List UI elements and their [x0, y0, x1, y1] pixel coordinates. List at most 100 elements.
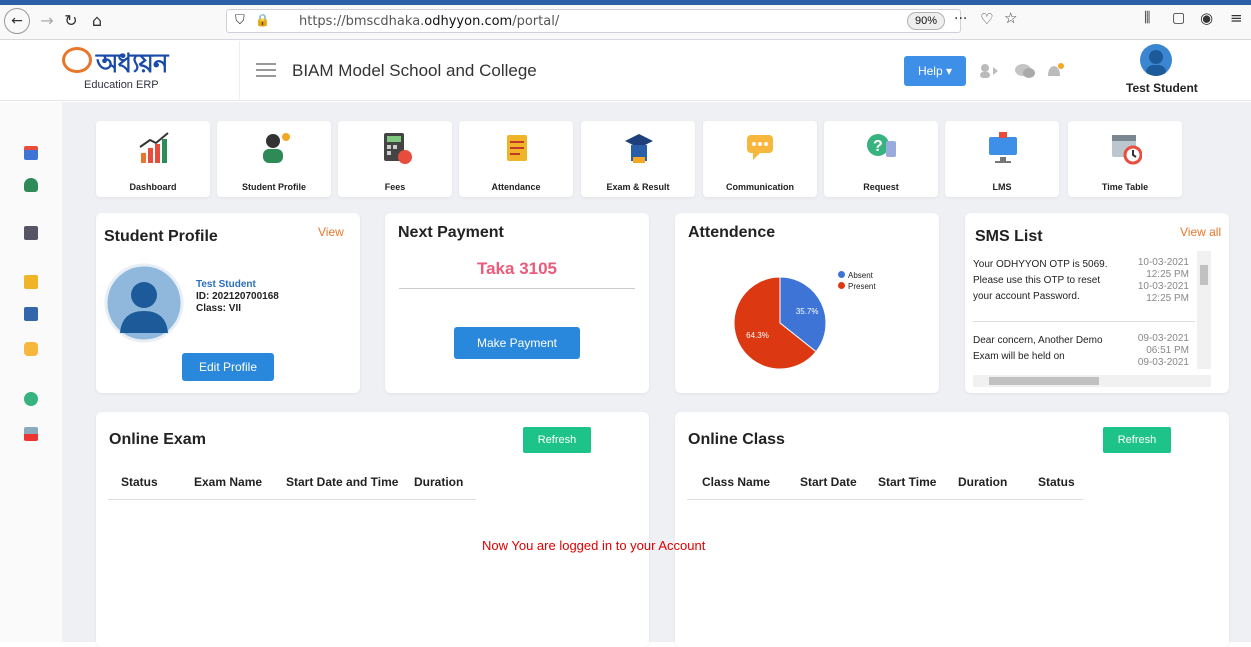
left-sidebar: [0, 102, 62, 642]
sidebar-attendance-icon[interactable]: [24, 275, 38, 289]
zoom-level[interactable]: 90%: [907, 12, 945, 30]
tile-communication[interactable]: Communication: [703, 121, 817, 197]
user-name[interactable]: Test Student: [1126, 81, 1198, 95]
svg-text:?: ?: [873, 138, 883, 155]
logo[interactable]: অধ্যয়ন Education ERP: [0, 41, 240, 101]
pie-data-label: 35.7%: [796, 307, 819, 316]
sidebar-communication-icon[interactable]: [24, 342, 38, 356]
sidebar-fees-icon[interactable]: [24, 226, 38, 240]
card-title: Next Payment: [398, 224, 504, 241]
student-profile-card: Student Profile View Test Student ID: 20…: [96, 213, 360, 393]
help-button[interactable]: Help ▾: [904, 56, 966, 86]
legend-label: Present: [848, 282, 876, 291]
student-id: ID: 202120700168: [196, 291, 279, 302]
library-icon[interactable]: ⫼: [1144, 10, 1150, 26]
online-class-panel: Online Class Refresh Class Name Start Da…: [675, 412, 1229, 647]
refresh-exam-button[interactable]: Refresh: [523, 427, 591, 453]
tile-student-profile[interactable]: Student Profile: [217, 121, 331, 197]
tile-lms[interactable]: LMS: [945, 121, 1059, 197]
tile-label: Student Profile: [241, 182, 306, 192]
legend-item-present: Present: [838, 282, 876, 291]
sidebar-profile-icon[interactable]: [24, 178, 38, 192]
forward-arrow-icon[interactable]: →: [34, 8, 60, 34]
view-profile-link[interactable]: View: [318, 225, 344, 239]
url-text[interactable]: https://bmscdhaka.odhyyon.com/portal/: [299, 14, 559, 29]
column-header: Exam Name: [194, 475, 263, 489]
scrollbar-thumb[interactable]: [989, 377, 1099, 385]
payment-amount: Taka 3105: [476, 259, 558, 278]
column-header: Start Date and Time: [286, 475, 399, 489]
account-icon[interactable]: ◉: [1200, 9, 1213, 27]
vertical-scrollbar[interactable]: [1197, 251, 1211, 369]
tile-label: LMS: [992, 182, 1012, 192]
online-exam-panel: Online Exam Refresh Status Exam Name Sta…: [96, 412, 649, 647]
bell-icon[interactable]: [1044, 63, 1066, 79]
graduation-cap-icon: [625, 134, 653, 163]
avatar[interactable]: [1140, 44, 1172, 76]
divider: [973, 321, 1195, 322]
tile-exam-result[interactable]: Exam & Result: [581, 121, 695, 197]
tile-fees[interactable]: Fees: [338, 121, 452, 197]
card-title: Student Profile: [104, 228, 218, 245]
browser-toolbar: ← → ↻ ⌂ ⛉ 🔒 https://bmscdhaka.odhyyon.co…: [0, 0, 1251, 40]
next-payment-card: Next Payment Taka 3105 Make Payment: [385, 213, 649, 393]
panel-title: Online Exam: [109, 431, 206, 448]
sidebar-exam-icon[interactable]: [24, 307, 38, 321]
edit-profile-button[interactable]: Edit Profile: [182, 353, 274, 381]
tile-label: Fees: [384, 182, 406, 192]
student-name: Test Student: [196, 279, 256, 290]
tile-label: Exam & Result: [606, 182, 670, 192]
tile-label: Time Table: [1101, 182, 1149, 192]
column-header: Start Time: [878, 475, 937, 489]
hamburger-menu-icon[interactable]: [256, 63, 276, 77]
tile-time-table[interactable]: Time Table: [1068, 121, 1182, 197]
pocket-icon[interactable]: ♡: [980, 10, 993, 28]
home-icon[interactable]: ⌂: [84, 8, 110, 34]
tile-request[interactable]: ? Request: [824, 121, 938, 197]
make-payment-button[interactable]: Make Payment: [454, 327, 580, 359]
legend-swatch: [838, 271, 845, 278]
reload-icon[interactable]: ↻: [58, 8, 84, 34]
pie-data-label: 64.3%: [746, 331, 769, 340]
sidebar-icon[interactable]: ▢: [1172, 10, 1185, 26]
login-notice: Now You are logged in to your Account: [482, 538, 706, 553]
sidebar-timetable-icon[interactable]: [24, 427, 38, 441]
legend-item-absent: Absent: [838, 271, 876, 282]
sms-message: Dear concern, Another Demo Exam will be …: [973, 335, 1103, 362]
divider: [687, 499, 1083, 500]
tile-attendance[interactable]: Attendance: [459, 121, 573, 197]
chat-icon[interactable]: [1014, 63, 1036, 79]
tile-label: Request: [863, 182, 899, 192]
sms-list-card: SMS List View all Your ODHYYON OTP is 50…: [965, 213, 1229, 393]
back-arrow-icon[interactable]: ←: [4, 8, 30, 34]
user-switch-icon[interactable]: [978, 63, 1000, 79]
sidebar-dashboard-icon[interactable]: [24, 146, 38, 160]
bookmark-star-icon[interactable]: ☆: [1004, 9, 1017, 27]
tile-label: Communication: [725, 182, 794, 192]
tile-dashboard[interactable]: Dashboard: [96, 121, 210, 197]
shield-icon[interactable]: ⛉: [235, 13, 245, 28]
sidebar-request-icon[interactable]: [24, 392, 38, 406]
address-bar[interactable]: ⛉ 🔒 https://bmscdhaka.odhyyon.com/portal…: [226, 9, 961, 33]
view-all-link[interactable]: View all: [1180, 225, 1221, 239]
divider: [108, 499, 476, 500]
page-body: Dashboard Student Profile Fees Attendanc…: [0, 102, 1251, 647]
scrollbar-thumb[interactable]: [1200, 265, 1208, 285]
card-title: SMS List: [975, 228, 1043, 245]
chat-bubble-icon: [747, 135, 773, 160]
menu-icon[interactable]: ≡: [1230, 9, 1243, 27]
refresh-class-button[interactable]: Refresh: [1103, 427, 1171, 453]
attendance-card: Attendence 35.7% 64.3% Absent Present: [675, 213, 939, 393]
lock-icon[interactable]: 🔒: [255, 13, 270, 27]
school-name: BIAM Model School and College: [292, 61, 537, 80]
sms-timestamp: 10-03-2021 12:25 PM 10-03-2021 12:25 PM: [1137, 257, 1189, 304]
clipboard-icon: [507, 135, 527, 161]
panel-title: Online Class: [688, 431, 785, 448]
sms-list[interactable]: Your ODHYYON OTP is 5069. Please use thi…: [973, 251, 1211, 373]
student-icon: [263, 133, 290, 163]
page-actions-icon[interactable]: ···: [954, 11, 967, 27]
chart-legend: Absent Present: [838, 271, 876, 291]
horizontal-scrollbar[interactable]: [973, 375, 1211, 387]
calendar-clock-icon: [1112, 135, 1142, 165]
divider: [399, 288, 635, 289]
